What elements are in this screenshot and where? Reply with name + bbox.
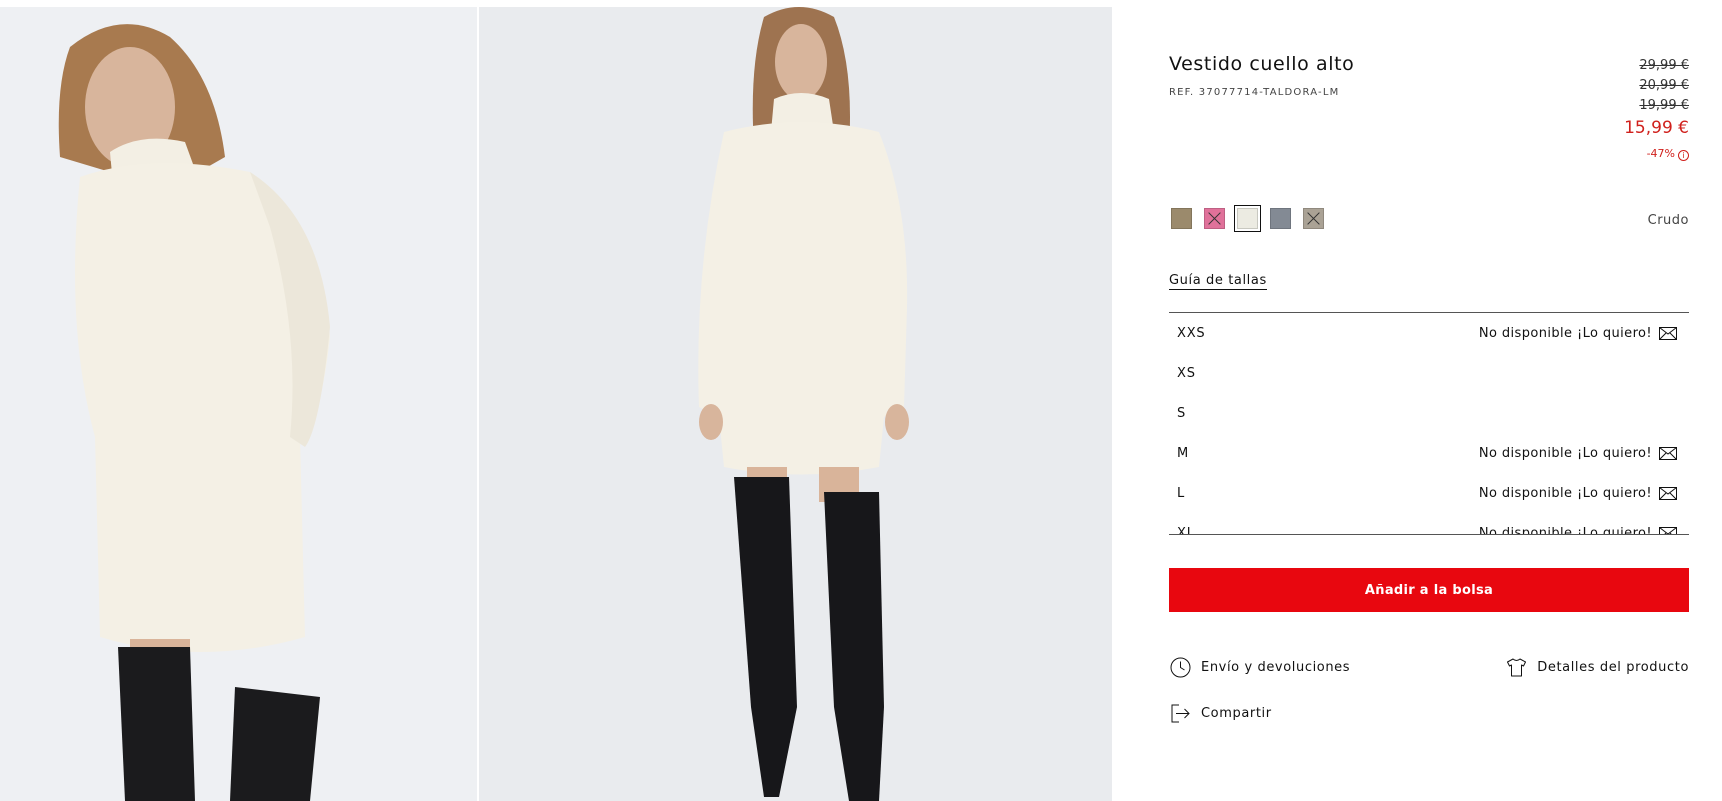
size-label: XXS [1177, 325, 1206, 341]
size-option-m[interactable]: M No disponible ¡Lo quiero! [1169, 433, 1689, 473]
product-image-closeup[interactable] [0, 7, 477, 801]
size-option-s[interactable]: S [1169, 393, 1689, 433]
product-reference: REF. 37077714-TALDORA-LM [1169, 87, 1340, 98]
color-swatch[interactable] [1303, 208, 1324, 229]
product-title: Vestido cuello alto [1169, 53, 1355, 75]
envelope-icon [1659, 486, 1677, 500]
add-to-bag-button[interactable]: Añadir a la bolsa [1169, 568, 1689, 612]
size-option-l[interactable]: L No disponible ¡Lo quiero! [1169, 473, 1689, 513]
price-original: 29,99 € [1639, 58, 1689, 73]
tshirt-icon [1507, 658, 1527, 677]
price-previous: 20,99 € [1639, 78, 1689, 93]
color-swatch[interactable] [1204, 208, 1225, 229]
size-label: XS [1177, 365, 1196, 381]
unavailable-cross-icon [1307, 212, 1320, 225]
price-previous-2: 19,99 € [1639, 98, 1689, 113]
share-icon [1171, 704, 1190, 723]
color-selector [1171, 205, 1324, 232]
size-status[interactable]: No disponible ¡Lo quiero! [1479, 313, 1677, 353]
selected-color-name: Crudo [1647, 213, 1689, 228]
size-label: L [1177, 485, 1186, 501]
color-swatch[interactable] [1270, 208, 1291, 229]
model-fullbody-illustration [479, 7, 1112, 801]
shipping-returns-label: Envío y devoluciones [1201, 660, 1351, 675]
product-image-fullbody[interactable] [479, 7, 1112, 801]
clock-icon [1170, 657, 1191, 678]
product-details-link[interactable]: Detalles del producto [1506, 657, 1689, 678]
color-swatch[interactable] [1234, 205, 1261, 232]
discount-value: -47% [1646, 147, 1675, 160]
size-status-text: No disponible ¡Lo quiero! [1478, 445, 1652, 461]
size-option-xxs[interactable]: XXS No disponible ¡Lo quiero! [1169, 313, 1689, 353]
size-list: XXS No disponible ¡Lo quiero! XS S M No … [1169, 312, 1689, 535]
envelope-icon [1659, 326, 1677, 340]
share-label: Compartir [1201, 706, 1272, 721]
size-status-text: No disponible ¡Lo quiero! [1478, 485, 1652, 501]
size-status[interactable]: No disponible ¡Lo quiero! [1478, 513, 1677, 535]
product-info-panel: Vestido cuello alto REF. 37077714-TALDOR… [1169, 0, 1689, 801]
size-status[interactable]: No disponible ¡Lo quiero! [1479, 433, 1677, 473]
product-gallery [0, 0, 1112, 801]
size-status-text: No disponible ¡Lo quiero! [1478, 525, 1652, 535]
size-status-text: No disponible ¡Lo quiero! [1478, 325, 1652, 341]
model-closeup-illustration [0, 7, 477, 801]
size-guide-link[interactable]: Guía de tallas [1169, 273, 1267, 290]
size-option-xl[interactable]: XL No disponible ¡Lo quiero! [1169, 513, 1689, 535]
size-label: M [1177, 445, 1190, 461]
envelope-icon [1659, 526, 1677, 534]
price-block: 29,99 € 20,99 € 19,99 € 15,99 € -47% i [1624, 56, 1689, 162]
color-swatch[interactable] [1171, 208, 1192, 229]
envelope-icon [1659, 446, 1677, 460]
info-icon[interactable]: i [1678, 150, 1689, 161]
share-link[interactable]: Compartir [1170, 703, 1272, 724]
size-label: XL [1177, 525, 1195, 535]
price-current: 15,99 € [1624, 118, 1689, 138]
discount-badge: -47% i [1624, 146, 1689, 162]
size-status[interactable]: No disponible ¡Lo quiero! [1479, 473, 1677, 513]
unavailable-cross-icon [1208, 212, 1221, 225]
product-details-label: Detalles del producto [1537, 660, 1689, 675]
size-label: S [1177, 405, 1187, 421]
shipping-returns-link[interactable]: Envío y devoluciones [1170, 657, 1350, 678]
size-option-xs[interactable]: XS [1169, 353, 1689, 393]
